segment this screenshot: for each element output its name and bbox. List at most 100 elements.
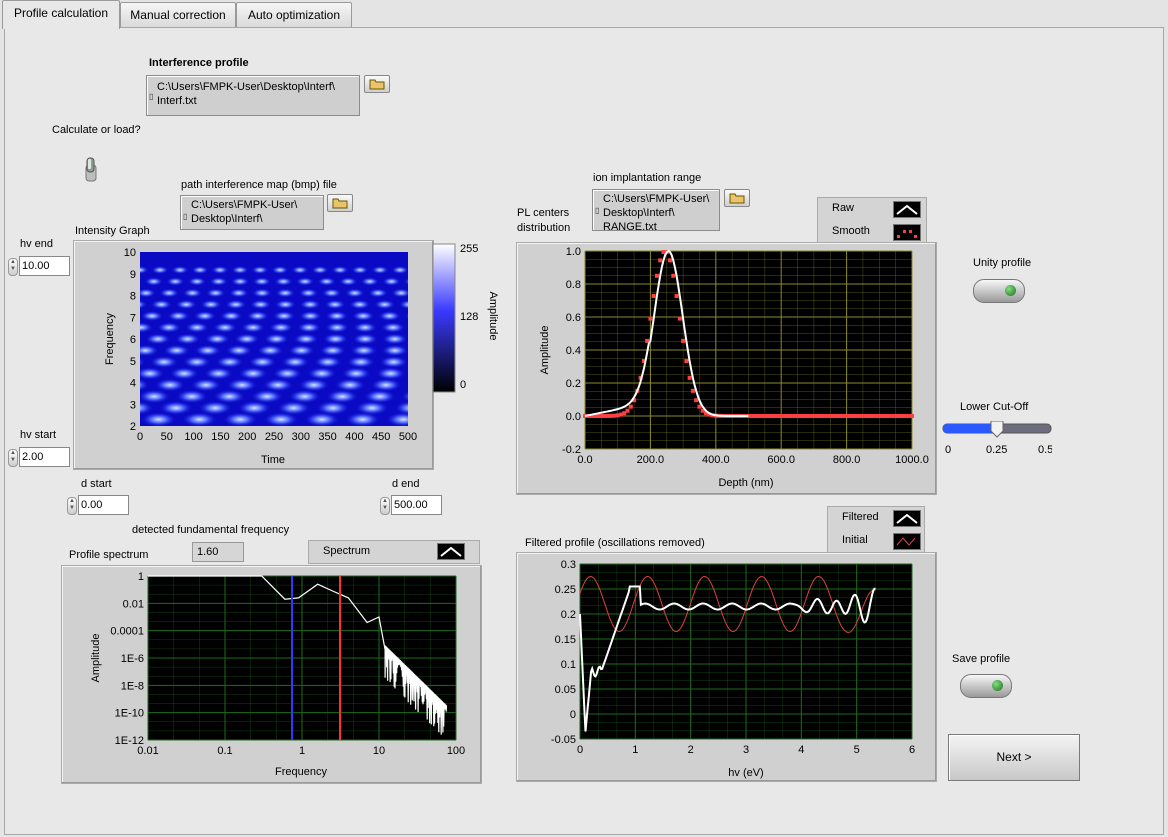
interference-fringe xyxy=(353,322,377,333)
legend-filtered-swatch xyxy=(893,510,921,527)
filtered-legend: Filtered Initial xyxy=(827,506,925,553)
intensity-xtick: 350 xyxy=(318,431,336,443)
interference-fringe xyxy=(378,311,401,321)
save-profile-button[interactable] xyxy=(960,674,1012,698)
interference-fringe xyxy=(360,277,379,286)
interference-fringe xyxy=(213,322,237,333)
interference-fringe xyxy=(299,299,321,310)
filtered-xtick: 6 xyxy=(909,744,915,756)
hv-start-label: hv start xyxy=(20,429,57,441)
hv-start-spinner[interactable]: ▲ ▼ xyxy=(8,449,18,467)
interference-fringe xyxy=(248,356,277,368)
pl-xtick: 200.0 xyxy=(637,454,665,466)
intensity-ytick: 7 xyxy=(130,312,136,324)
path-line-1: C:\Users\FMPK-User\Desktop\Interf\ xyxy=(157,81,335,93)
interference-fringe xyxy=(252,277,271,286)
interference-fringe xyxy=(339,277,358,286)
interference-fringe xyxy=(479,367,508,380)
ion-range-path-field[interactable]: ▯ C:\Users\FMPK-User\ Desktop\Interf\ RA… xyxy=(592,189,720,231)
interference-fringe xyxy=(167,311,190,321)
intensity-ytick: 10 xyxy=(124,247,136,259)
intensity-ytick: 8 xyxy=(130,291,136,303)
interference-fringe xyxy=(331,266,349,274)
intensity-ytick: 5 xyxy=(130,356,136,368)
intensity-xtick: 50 xyxy=(161,431,173,443)
interference-fringe xyxy=(251,266,269,274)
legend-filtered: Filtered xyxy=(828,507,924,529)
interference-fringe xyxy=(250,299,272,310)
d-end-control[interactable]: ▲ ▼ xyxy=(380,495,442,515)
pl-title-line1: PL centers xyxy=(517,207,570,219)
path-line-2: Desktop\Interf\ xyxy=(603,207,675,219)
slider-thumb[interactable] xyxy=(990,420,1004,438)
smooth-point xyxy=(625,408,630,413)
pl-ytick: 1.0 xyxy=(566,246,581,258)
interference-fringe xyxy=(317,277,336,286)
hv-end-input[interactable] xyxy=(19,256,70,276)
interference-fringe xyxy=(169,367,199,380)
tab-profile-calculation[interactable]: Profile calculation xyxy=(2,0,120,29)
interference-fringe xyxy=(220,311,243,321)
hv-end-spinner[interactable]: ▲ ▼ xyxy=(8,258,18,276)
interference-fringe xyxy=(319,344,346,357)
filtered-ytick: 0.3 xyxy=(561,559,576,571)
d-end-input[interactable] xyxy=(391,495,442,515)
unity-profile-button[interactable] xyxy=(973,279,1025,303)
interference-fringe xyxy=(347,356,375,368)
intensity-xtick: 150 xyxy=(211,431,229,443)
interference-fringe xyxy=(398,299,408,310)
interference-fringe xyxy=(509,412,513,427)
interference-fringe xyxy=(226,378,258,392)
calculate-or-load-toggle[interactable] xyxy=(84,156,98,184)
tab-auto-optimization[interactable]: Auto optimization xyxy=(236,2,352,27)
intensity-xtick: 400 xyxy=(345,431,363,443)
spectrum-ytick: 0.01 xyxy=(123,598,144,610)
intensity-xtick: 100 xyxy=(184,431,202,443)
interference-path-field[interactable]: ▯ C:\Users\FMPK-User\Desktop\Interf\ Int… xyxy=(146,75,360,116)
lower-cutoff-slider[interactable]: 0 0.25 0.5 xyxy=(942,420,1053,457)
tab-manual-correction[interactable]: Manual correction xyxy=(120,2,236,27)
spectrum-ytick: 1E-8 xyxy=(121,680,144,692)
smooth-point xyxy=(671,273,676,278)
colorbar-tick-min: 0 xyxy=(460,379,466,391)
browse-folder-button[interactable] xyxy=(364,75,390,93)
lower-cutoff-label: Lower Cut-Off xyxy=(960,401,1029,413)
interference-fringe xyxy=(401,391,408,402)
interference-fringe xyxy=(262,378,294,392)
smooth-point xyxy=(654,273,659,278)
interference-fringe xyxy=(477,390,509,404)
spectrum-xtick: 1 xyxy=(299,745,305,757)
interference-fringe xyxy=(140,389,170,404)
interference-fringe xyxy=(334,378,366,392)
save-profile-label: Save profile xyxy=(952,653,1011,665)
interference-fringe xyxy=(182,288,203,298)
legend-initial-label: Initial xyxy=(842,534,868,546)
intensity-ytick: 9 xyxy=(130,269,136,281)
d-start-input[interactable] xyxy=(78,495,129,515)
hv-start-control[interactable]: ▲ ▼ xyxy=(8,447,70,467)
interference-fringe xyxy=(350,344,377,357)
pl-xtick: 600.0 xyxy=(767,454,795,466)
d-start-control[interactable]: ▲ ▼ xyxy=(67,495,129,515)
filtered-xtick: 1 xyxy=(632,744,638,756)
next-button[interactable]: Next > xyxy=(948,734,1080,781)
spectrum-xtick: 0.01 xyxy=(137,745,158,757)
interference-fringe xyxy=(501,334,513,345)
hv-start-input[interactable] xyxy=(19,447,70,467)
interference-fringe xyxy=(498,300,513,310)
interference-fringe xyxy=(415,289,434,298)
interference-fringe xyxy=(154,378,186,392)
spectrum-xtick: 100 xyxy=(447,745,465,757)
interference-fringe xyxy=(182,412,217,426)
interference-fringe xyxy=(461,289,480,298)
bmp-path-label: path interference map (bmp) file xyxy=(181,179,337,191)
spectrum-xlabel: Frequency xyxy=(275,766,327,778)
browse-bmp-button[interactable] xyxy=(327,194,353,212)
d-end-spinner[interactable]: ▲ ▼ xyxy=(380,497,390,515)
interference-fringe xyxy=(274,299,296,310)
hv-end-control[interactable]: ▲ ▼ xyxy=(8,256,70,276)
bmp-path-field[interactable]: ▯ C:\Users\FMPK-User\ Desktop\Interf\ xyxy=(180,195,324,230)
d-start-spinner[interactable]: ▲ ▼ xyxy=(67,497,77,515)
browse-ion-range-button[interactable] xyxy=(724,189,750,207)
interference-fringe xyxy=(252,288,272,298)
